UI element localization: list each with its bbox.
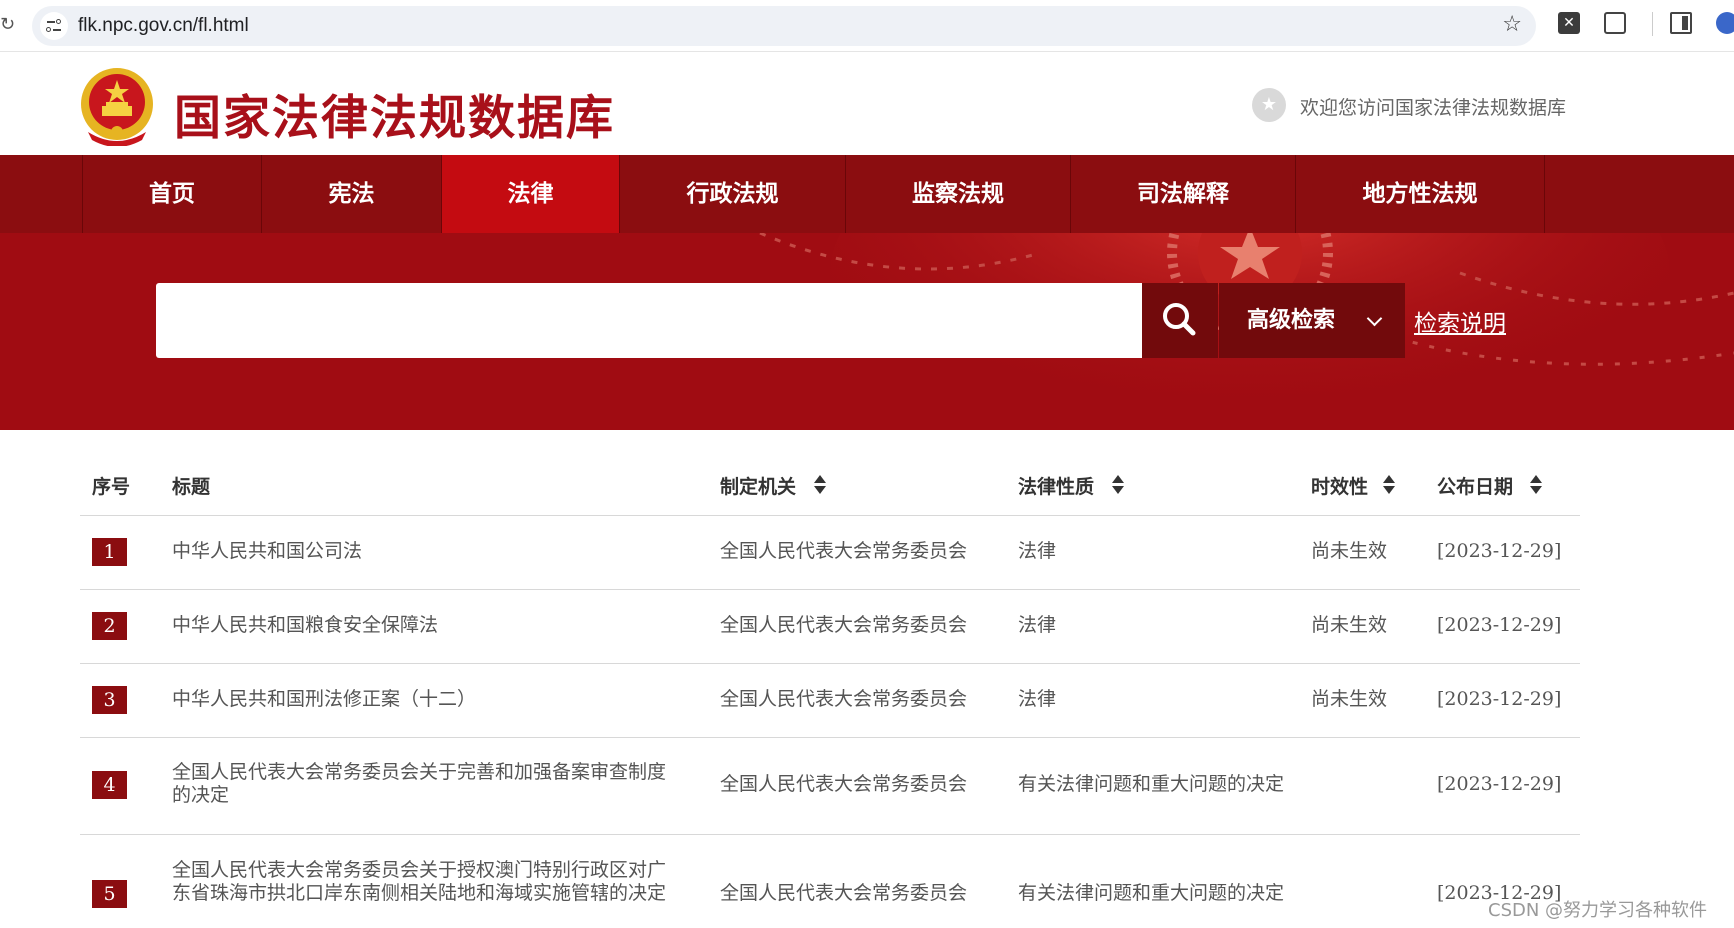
row-authority: 全国人民代表大会常务委员会 [720, 614, 968, 636]
profile-avatar-icon[interactable] [1716, 12, 1734, 34]
row-validity: 尚未生效 [1311, 688, 1388, 710]
header-title: 标题 [172, 476, 211, 498]
search-button[interactable] [1142, 283, 1218, 358]
header-date[interactable]: 公布日期 [1437, 472, 1513, 499]
row-title-link[interactable]: 中华人民共和国刑法修正案（十二） [172, 688, 682, 711]
row-date: [2023-12-29] [1437, 773, 1562, 795]
bookmark-star-icon[interactable]: ☆ [1502, 12, 1522, 37]
row-index-badge: 2 [92, 612, 127, 640]
row-authority: 全国人民代表大会常务委员会 [720, 882, 968, 904]
row-nature: 有关法律问题和重大问题的决定 [1018, 773, 1285, 795]
search-input[interactable] [156, 283, 1142, 358]
row-divider [80, 589, 1580, 590]
reload-icon[interactable]: ↻ [0, 14, 15, 35]
row-nature: 法律 [1018, 614, 1057, 636]
row-date: [2023-12-29] [1437, 614, 1562, 636]
row-authority: 全国人民代表大会常务委员会 [720, 688, 968, 710]
row-index-badge: 5 [92, 880, 127, 908]
nav-item-local-regulations[interactable]: 地方性法规 [1295, 155, 1544, 233]
row-nature: 有关法律问题和重大问题的决定 [1018, 882, 1285, 904]
search-icon [1163, 303, 1196, 336]
address-bar[interactable]: flk.npc.gov.cn/fl.html ☆ [32, 6, 1536, 46]
national-emblem-icon [81, 68, 153, 146]
url-text[interactable]: flk.npc.gov.cn/fl.html [78, 15, 249, 37]
sort-nature-icon[interactable] [1112, 475, 1124, 495]
sort-validity-icon[interactable] [1383, 475, 1395, 495]
main-nav: 首页 宪法 法律 行政法规 监察法规 司法解释 地方性法规 [0, 155, 1734, 233]
header-validity[interactable]: 时效性 [1311, 472, 1368, 499]
row-date: [2023-12-29] [1437, 540, 1562, 562]
browser-toolbar: ↻ flk.npc.gov.cn/fl.html ☆ ✕ [0, 0, 1734, 52]
header-authority[interactable]: 制定机关 [720, 472, 796, 499]
row-date: [2023-12-29] [1437, 688, 1562, 710]
row-validity: 尚未生效 [1311, 540, 1388, 562]
row-authority: 全国人民代表大会常务委员会 [720, 540, 968, 562]
sort-authority-icon[interactable] [814, 475, 826, 495]
side-panel-icon[interactable] [1670, 12, 1692, 34]
row-index-badge: 4 [92, 771, 127, 799]
row-title-link[interactable]: 全国人民代表大会常务委员会关于完善和加强备案审查制度的决定 [172, 761, 682, 807]
nav-item-constitution[interactable]: 宪法 [261, 155, 441, 233]
header-nature[interactable]: 法律性质 [1018, 472, 1094, 499]
nav-item-judicial-interpretations[interactable]: 司法解释 [1070, 155, 1295, 233]
extensions-puzzle-icon[interactable] [1604, 12, 1626, 34]
site-title: 国家法律法规数据库 [174, 91, 615, 146]
welcome-text: 欢迎您访问国家法律法规数据库 [1300, 97, 1567, 119]
extension-x-icon[interactable]: ✕ [1558, 12, 1580, 34]
site-header: 国家法律法规数据库 ★ 欢迎您访问国家法律法规数据库 [0, 52, 1734, 155]
row-nature: 法律 [1018, 688, 1057, 710]
row-divider [80, 663, 1580, 664]
nav-item-law[interactable]: 法律 [441, 155, 619, 233]
row-authority: 全国人民代表大会常务委员会 [720, 773, 968, 795]
row-validity: 尚未生效 [1311, 614, 1388, 636]
row-index-badge: 1 [92, 538, 127, 566]
row-title-link[interactable]: 全国人民代表大会常务委员会关于授权澳门特别行政区对广东省珠海市拱北口岸东南侧相关… [172, 859, 682, 905]
row-index-badge: 3 [92, 686, 127, 714]
header-divider [80, 515, 1580, 516]
toolbar-divider [1652, 12, 1653, 36]
search-banner: 高级检索 检索说明 [0, 233, 1734, 430]
row-divider [80, 737, 1580, 738]
advanced-search-label: 高级检索 [1247, 307, 1336, 333]
star-badge-icon: ★ [1252, 88, 1286, 122]
row-divider [80, 834, 1580, 835]
row-nature: 法律 [1018, 540, 1057, 562]
header-index: 序号 [92, 476, 131, 498]
nav-item-home[interactable]: 首页 [82, 155, 261, 233]
row-title-link[interactable]: 中华人民共和国粮食安全保障法 [172, 614, 682, 637]
nav-divider [1544, 155, 1545, 233]
nav-item-administrative-regulations[interactable]: 行政法规 [619, 155, 845, 233]
advanced-search-button[interactable]: 高级检索 [1219, 283, 1405, 358]
sort-date-icon[interactable] [1530, 475, 1542, 495]
row-title-link[interactable]: 中华人民共和国公司法 [172, 540, 682, 563]
watermark-text: CSDN @努力学习各种软件 [1488, 900, 1708, 921]
nav-item-supervisory-regulations[interactable]: 监察法规 [845, 155, 1070, 233]
search-help-link[interactable]: 检索说明 [1414, 304, 1506, 338]
site-info-icon[interactable] [40, 12, 68, 40]
chevron-down-icon [1366, 310, 1383, 327]
